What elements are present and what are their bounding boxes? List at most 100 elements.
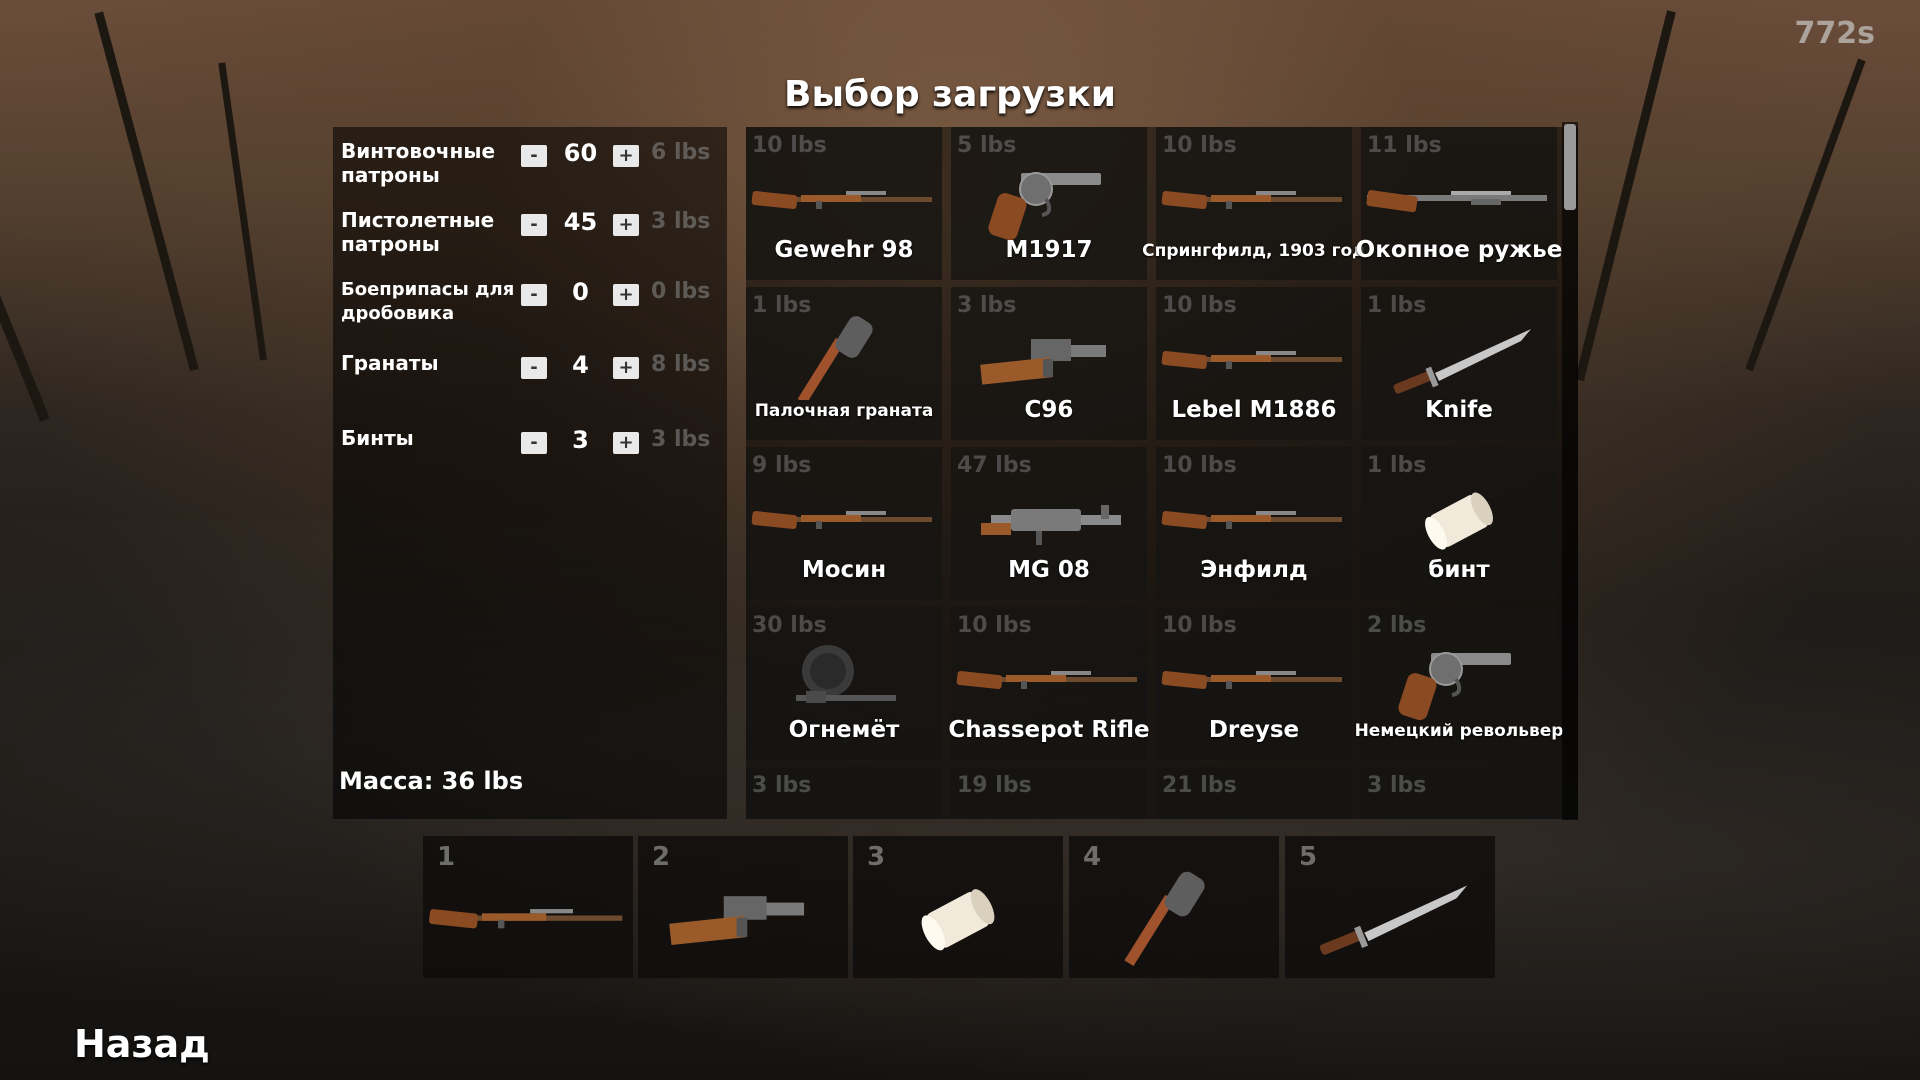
decrease-button[interactable]: -	[521, 357, 547, 379]
weapon-name: Палочная граната	[754, 401, 934, 421]
weapon-name: Энфилд	[1200, 557, 1308, 583]
revolver-icon	[951, 155, 1147, 241]
weapon-card[interactable]: 10 lbs Chassepot Rifle	[948, 607, 1150, 760]
weapon-card[interactable]: 10 lbs Gewehr 98	[746, 127, 942, 280]
rifle-icon	[1156, 635, 1352, 720]
weapon-grid: 10 lbs Gewehr 98 5 lbs M1917 10 lbs Спрингфил…	[746, 127, 1578, 819]
stick-grenade-icon	[746, 315, 942, 405]
ammo-weight: 3 lbs	[651, 209, 711, 234]
weapon-weight: 21 lbs	[1162, 773, 1237, 798]
weapon-card[interactable]: 47 lbs MG 08	[951, 447, 1147, 600]
pistol-icon	[638, 856, 848, 976]
rifle-icon	[746, 475, 942, 560]
rifle-icon	[746, 155, 942, 240]
weapon-card[interactable]: 10 lbs Энфилд	[1156, 447, 1352, 600]
decrease-button[interactable]: -	[521, 284, 547, 306]
back-button[interactable]: Назад	[74, 1022, 210, 1066]
weapon-card[interactable]: 21 lbs	[1156, 767, 1352, 819]
weapon-card[interactable]: 9 lbs Мосин	[746, 447, 942, 600]
ammo-count: 4	[572, 351, 589, 379]
ammo-weight: 3 lbs	[651, 427, 711, 452]
weapon-name: M1917	[1005, 237, 1093, 263]
ammo-row-rifle: Винтовочные патроны - 60 + 6 lbs	[333, 131, 727, 191]
weapon-name: Спрингфилд, 1903 год	[1142, 241, 1366, 261]
weapon-card[interactable]: 1 lbs бинт	[1361, 447, 1557, 600]
weapon-card[interactable]: 3 lbs	[1361, 767, 1557, 819]
weapon-name: Gewehr 98	[774, 237, 914, 263]
hotbar-slot[interactable]: 1	[423, 836, 633, 978]
weapon-name: Chassepot Rifle	[948, 717, 1150, 743]
weapon-name: Немецкий револьвер	[1354, 721, 1564, 741]
weapon-card[interactable]: 10 lbs Lebel M1886	[1156, 287, 1352, 440]
knife-icon	[1361, 315, 1557, 400]
increase-button[interactable]: +	[613, 145, 639, 167]
rifle-icon	[423, 856, 633, 976]
weapon-card[interactable]: 11 lbs Окопное ружье	[1356, 127, 1562, 280]
ammo-weight: 6 lbs	[651, 140, 711, 165]
weapon-name: Dreyse	[1208, 717, 1300, 743]
hotbar-slot[interactable]: 5	[1285, 836, 1495, 978]
ammo-label: Гранаты	[341, 351, 439, 375]
weapon-card[interactable]: 10 lbs Dreyse	[1156, 607, 1352, 760]
shotgun-icon	[1361, 155, 1557, 240]
flamethrower-icon	[746, 635, 942, 720]
weapon-card[interactable]: 19 lbs	[951, 767, 1147, 819]
weapon-name: Knife	[1425, 397, 1493, 423]
weapon-name: бинт	[1428, 557, 1490, 583]
ammo-count: 45	[563, 208, 598, 236]
stick-grenade-icon	[1069, 856, 1279, 976]
increase-button[interactable]: +	[613, 432, 639, 454]
weapon-weight: 3 lbs	[752, 773, 812, 798]
ammo-label: Боеприпасы для дробовика	[341, 279, 515, 324]
weapon-weight: 19 lbs	[957, 773, 1032, 798]
dead-tree	[94, 11, 199, 372]
bandage-icon	[853, 856, 1063, 976]
ammo-count: 0	[572, 278, 589, 306]
weapon-card[interactable]: 5 lbs M1917	[951, 127, 1147, 280]
hotbar-slot[interactable]: 4	[1069, 836, 1279, 978]
weapon-weight: 3 lbs	[1367, 773, 1427, 798]
dead-tree	[1575, 10, 1676, 382]
ammo-weight: 8 lbs	[651, 352, 711, 377]
ammo-count: 60	[563, 139, 598, 167]
pistol-icon	[951, 315, 1147, 400]
revolver-icon	[1361, 635, 1557, 721]
knife-icon	[1285, 856, 1495, 976]
weapon-grid-scrollbar[interactable]	[1562, 122, 1578, 820]
decrease-button[interactable]: -	[521, 432, 547, 454]
weapon-card[interactable]: 30 lbs Огнемёт	[746, 607, 942, 760]
ammo-row-shotgun: Боеприпасы для дробовика - 0 + 0 lbs	[333, 270, 727, 342]
weapon-card[interactable]: 2 lbs Немецкий револьвер	[1355, 607, 1563, 760]
weapon-name: Lebel M1886	[1171, 397, 1337, 423]
scrollbar-thumb[interactable]	[1564, 124, 1576, 210]
ammo-row-pistol: Пистолетные патроны - 45 + 3 lbs	[333, 200, 727, 260]
total-mass: Масса: 36 lbs	[339, 767, 524, 795]
machine-gun-icon	[951, 475, 1147, 560]
weapon-name: C96	[1024, 397, 1074, 423]
bandage-icon	[1361, 475, 1557, 560]
rifle-icon	[1156, 155, 1352, 240]
ammo-row-bandages: Бинты - 3 + 3 lbs	[333, 418, 727, 478]
ammo-panel: Винтовочные патроны - 60 + 6 lbs Пистоле…	[333, 127, 727, 819]
decrease-button[interactable]: -	[521, 145, 547, 167]
weapon-card[interactable]: 3 lbs	[746, 767, 942, 819]
weapon-card[interactable]: 1 lbs Knife	[1361, 287, 1557, 440]
rifle-icon	[1156, 315, 1352, 400]
ammo-label: Пистолетные патроны	[341, 208, 495, 256]
weapon-name: Огнемёт	[788, 717, 900, 743]
rifle-icon	[951, 635, 1147, 720]
ammo-weight: 0 lbs	[651, 279, 711, 304]
ammo-label: Бинты	[341, 426, 414, 450]
increase-button[interactable]: +	[613, 214, 639, 236]
increase-button[interactable]: +	[613, 284, 639, 306]
weapon-card[interactable]: 10 lbs Спрингфилд, 1903 год	[1142, 127, 1366, 280]
rifle-icon	[1156, 475, 1352, 560]
hotbar-slot[interactable]: 3	[853, 836, 1063, 978]
weapon-name: MG 08	[1008, 557, 1090, 583]
increase-button[interactable]: +	[613, 357, 639, 379]
weapon-card[interactable]: 3 lbs C96	[951, 287, 1147, 440]
weapon-card[interactable]: 1 lbs Палочная граната	[746, 287, 942, 440]
decrease-button[interactable]: -	[521, 214, 547, 236]
hotbar-slot[interactable]: 2	[638, 836, 848, 978]
page-title: Выбор загрузки	[784, 74, 1116, 115]
